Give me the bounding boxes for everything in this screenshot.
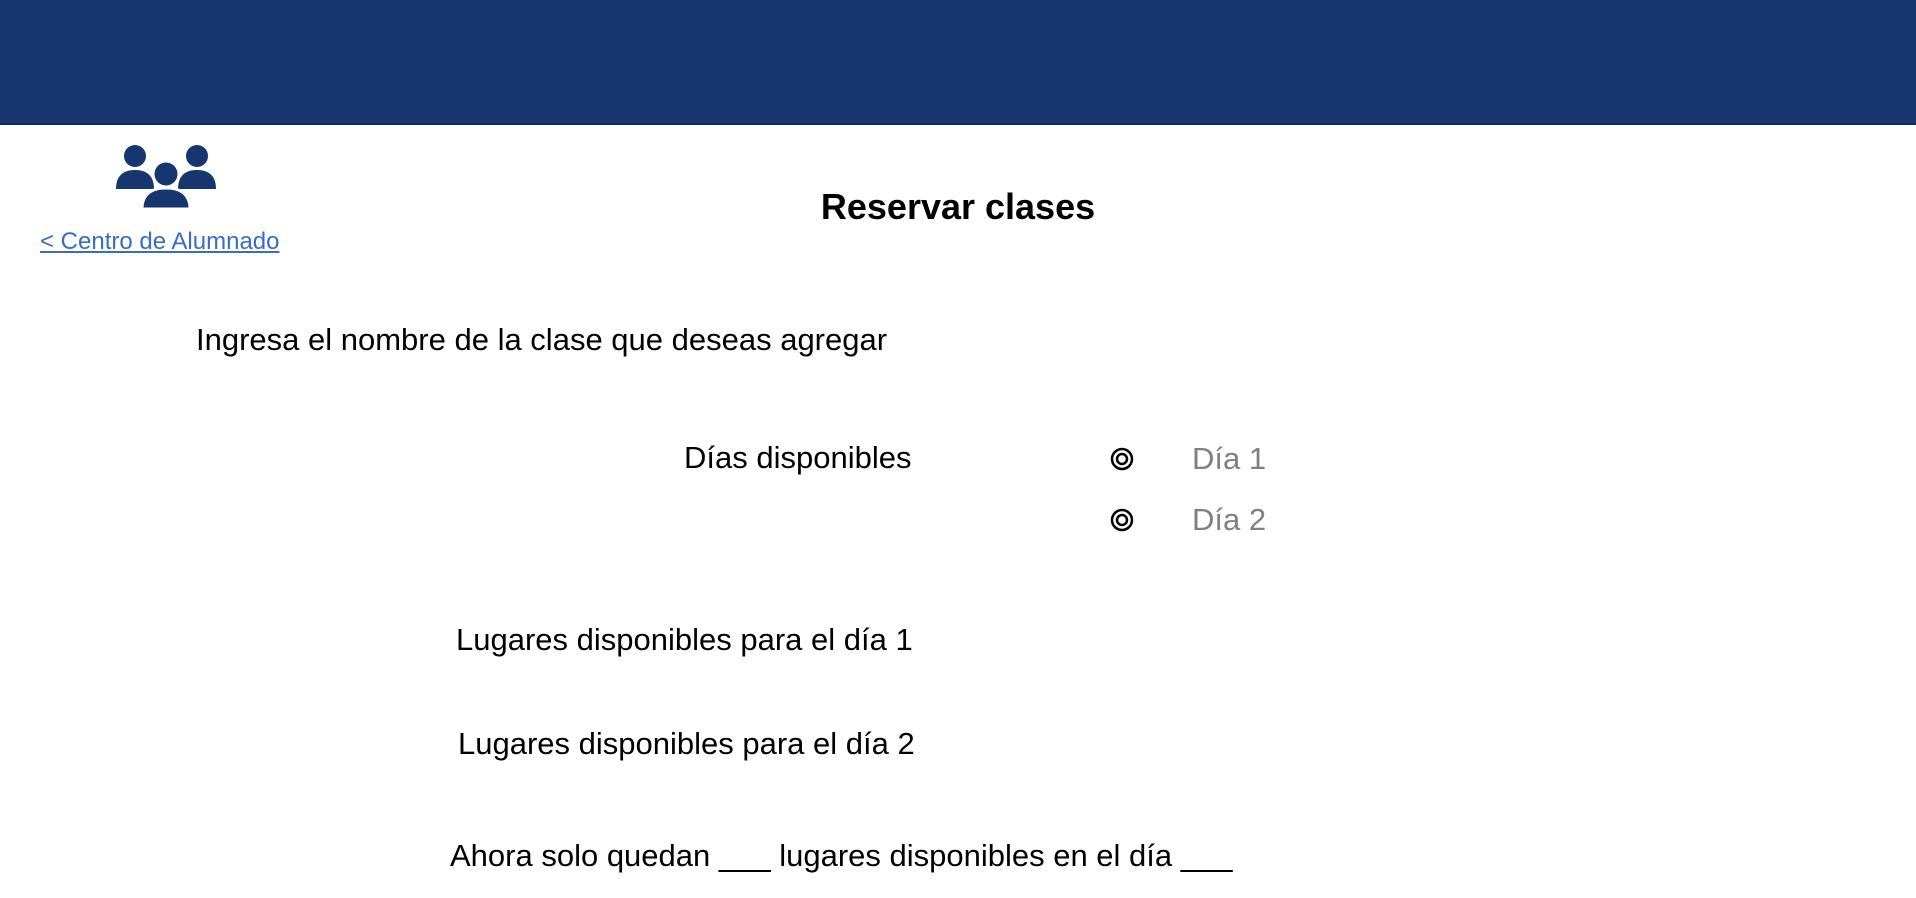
- page: < Centro de Alumnado Reservar clases Ing…: [0, 0, 1916, 898]
- remaining-seats-summary: Ahora solo quedan ___ lugares disponible…: [450, 838, 1233, 873]
- back-to-student-center-link[interactable]: < Centro de Alumnado: [40, 228, 280, 256]
- class-name-prompt: Ingresa el nombre de la clase que deseas…: [196, 322, 888, 357]
- seats-day-2-label: Lugares disponibles para el día 2: [458, 726, 915, 761]
- seats-day-1-label: Lugares disponibles para el día 1: [456, 622, 913, 657]
- day-1-label: Día 1: [1192, 441, 1267, 476]
- day-1-radio-option[interactable]: Día 1: [1110, 439, 1266, 479]
- day-2-radio-option[interactable]: Día 2: [1110, 500, 1266, 540]
- radio-button-icon[interactable]: [1110, 447, 1134, 471]
- page-title: Reservar clases: [820, 186, 1096, 227]
- available-days-label: Días disponibles: [684, 440, 912, 475]
- top-banner: [0, 0, 1916, 125]
- day-2-label: Día 2: [1192, 502, 1267, 537]
- radio-button-icon[interactable]: [1110, 508, 1134, 532]
